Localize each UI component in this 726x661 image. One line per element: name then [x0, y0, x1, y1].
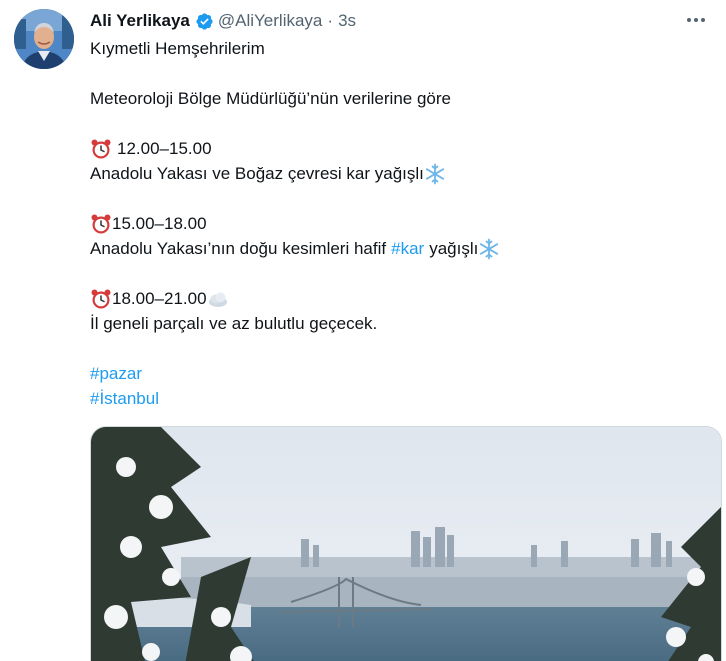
- timestamp[interactable]: 3s: [338, 11, 356, 31]
- verified-badge-icon: [195, 12, 214, 31]
- forecast-line-2: Anadolu Yakası’nın doğu kesimleri hafif …: [90, 236, 700, 261]
- forecast-line-1: Anadolu Yakası ve Boğaz çevresi kar yağı…: [90, 161, 700, 186]
- tweet-photo[interactable]: [90, 426, 722, 661]
- hashtag-pazar[interactable]: #pazar: [90, 361, 142, 386]
- time-range-2: 15.00–18.00: [112, 214, 207, 233]
- time-range-1: 12.00–15.00: [117, 139, 212, 158]
- tweet: Ali Yerlikaya @AliYerlikaya · 3s Kıymetl…: [0, 0, 726, 661]
- cloud-icon: [207, 288, 229, 310]
- alarm-clock-icon: [90, 288, 112, 310]
- forecast-text-2a: Anadolu Yakası’nın doğu kesimleri hafif: [90, 239, 387, 258]
- display-name[interactable]: Ali Yerlikaya: [90, 11, 190, 31]
- forecast-text-2b: yağışlı: [429, 239, 479, 258]
- avatar[interactable]: [14, 9, 74, 69]
- time-line-1: 12.00–15.00: [90, 136, 700, 161]
- snowflake-icon: [424, 163, 446, 185]
- alarm-clock-icon: [90, 213, 112, 235]
- forecast-text-1: Anadolu Yakası ve Boğaz çevresi kar yağı…: [90, 164, 424, 183]
- snowflake-icon: [478, 238, 500, 260]
- time-line-3: 18.00–21.00: [90, 286, 700, 311]
- alarm-clock-icon: [90, 138, 112, 160]
- tweet-header: Ali Yerlikaya @AliYerlikaya · 3s: [90, 9, 356, 33]
- source-line: Meteoroloji Bölge Müdürlüğü’nün verileri…: [90, 89, 451, 108]
- hashtag-kar[interactable]: #kar: [391, 236, 424, 261]
- user-handle[interactable]: @AliYerlikaya: [218, 11, 323, 31]
- forecast-line-3: İl geneli parçalı ve az bulutlu geçecek.: [90, 314, 378, 333]
- time-line-2: 15.00–18.00: [90, 211, 700, 236]
- separator-dot: ·: [327, 11, 334, 30]
- time-range-3: 18.00–21.00: [112, 289, 207, 308]
- hashtag-line-2: #İstanbul: [90, 386, 700, 411]
- hashtag-line-1: #pazar: [90, 361, 700, 386]
- hashtag-istanbul[interactable]: #İstanbul: [90, 386, 159, 411]
- tweet-text: Kıymetli Hemşehrilerim Meteoroloji Bölge…: [90, 36, 700, 411]
- greeting-line: Kıymetli Hemşehrilerim: [90, 39, 265, 58]
- more-options-icon[interactable]: [684, 10, 708, 30]
